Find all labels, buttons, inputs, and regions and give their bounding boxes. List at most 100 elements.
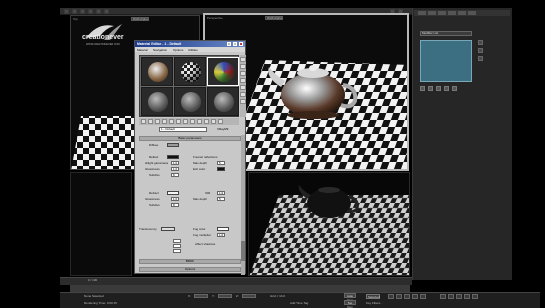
menu-material[interactable]: Material [137, 48, 148, 52]
ior-spinner[interactable]: 1.6 [217, 191, 225, 195]
make-preview-icon[interactable] [240, 92, 246, 97]
backlight-icon[interactable] [240, 64, 246, 69]
menu-options[interactable]: Options [173, 48, 183, 52]
make-unique-icon[interactable] [478, 56, 483, 61]
translucency-dropdown[interactable] [161, 227, 175, 231]
fog-multiplier-spinner[interactable]: 1.0 [217, 233, 225, 237]
sample-slot[interactable] [207, 87, 239, 116]
pin-icon[interactable] [420, 86, 425, 91]
refract-gloss-spinner[interactable]: 1.0 [171, 197, 179, 201]
rotate-button[interactable] [96, 9, 101, 14]
video-color-check-icon[interactable] [240, 85, 246, 90]
pan-icon[interactable] [464, 294, 470, 299]
minimize-button[interactable] [227, 42, 231, 46]
sample-slot[interactable] [141, 57, 173, 86]
remove-modifier-icon[interactable] [444, 86, 449, 91]
sample-slot-selected[interactable] [207, 57, 239, 86]
show-end-result-icon[interactable] [478, 48, 483, 53]
tab-modify[interactable] [428, 11, 436, 15]
orbit-icon[interactable] [472, 294, 478, 299]
auto-key-button[interactable]: Auto Key [344, 293, 356, 302]
modifier-list-dropdown[interactable]: Modifier List [420, 31, 472, 36]
refract-max-depth-spinner[interactable]: 5 [217, 197, 225, 201]
viewport-bottom-right[interactable] [248, 172, 410, 276]
make-copy-icon[interactable] [169, 119, 174, 124]
play-icon[interactable] [404, 294, 410, 299]
coord-x-field[interactable] [194, 294, 208, 298]
make-unique-icon[interactable] [176, 119, 181, 124]
sample-slot[interactable] [174, 57, 206, 86]
zoom-all-icon[interactable] [448, 294, 454, 299]
go-forward-sibling-icon[interactable] [218, 119, 223, 124]
material-editor-scroll-thumb[interactable] [241, 241, 245, 261]
maximize-button[interactable] [233, 42, 237, 46]
scatter-coeff-spinner[interactable] [173, 249, 181, 253]
close-button[interactable] [239, 42, 243, 46]
hilight-spinner[interactable]: 1.0 [171, 161, 179, 165]
rollout-brdf[interactable]: BRDF [139, 259, 241, 264]
sample-type-icon[interactable] [240, 57, 246, 62]
assign-to-selection-icon[interactable] [155, 119, 160, 124]
key-filters-button[interactable]: Key Filters... [366, 301, 383, 305]
add-time-tag[interactable]: Add Time Tag [290, 301, 308, 305]
go-to-parent-icon[interactable] [211, 119, 216, 124]
set-key-button[interactable]: Set Key [344, 300, 356, 308]
tab-utilities[interactable] [468, 11, 476, 15]
show-result-icon[interactable] [428, 86, 433, 91]
background-icon[interactable] [240, 71, 246, 76]
go-to-end-icon[interactable] [420, 294, 426, 299]
undo-button[interactable] [64, 9, 69, 14]
material-id-icon[interactable] [190, 119, 195, 124]
redo-button[interactable] [72, 9, 77, 14]
refract-subdivs-spinner[interactable]: 8 [171, 203, 179, 207]
sample-slot[interactable] [174, 87, 206, 116]
menu-utilities[interactable]: Utilities [188, 48, 198, 52]
exit-color-swatch[interactable] [217, 167, 225, 171]
tab-motion[interactable] [448, 11, 456, 15]
put-to-scene-icon[interactable] [148, 119, 153, 124]
selected-dropdown[interactable]: Selected [366, 294, 380, 299]
tab-create[interactable] [418, 11, 426, 15]
move-button[interactable] [88, 9, 93, 14]
get-material-icon[interactable] [141, 119, 146, 124]
coord-y-field[interactable] [218, 294, 232, 298]
scale-button[interactable] [104, 9, 109, 14]
glossiness-spinner[interactable]: 1.0 [171, 167, 179, 171]
track-bar[interactable] [70, 285, 410, 292]
pin-stack-icon[interactable] [478, 40, 483, 45]
viewport-channel-dropdown[interactable]: RGB Alpha [131, 17, 149, 21]
sample-slot[interactable] [141, 87, 173, 116]
modifier-stack[interactable] [420, 40, 472, 82]
options-icon[interactable] [240, 99, 246, 104]
show-end-result-icon[interactable] [204, 119, 209, 124]
zoom-icon[interactable] [440, 294, 446, 299]
viewport-bottom-left[interactable] [70, 172, 132, 276]
diffuse-color-swatch[interactable] [167, 143, 179, 147]
uv-tiling-icon[interactable] [240, 78, 246, 83]
reset-map-icon[interactable] [162, 119, 167, 124]
refract-color-swatch[interactable] [167, 191, 179, 195]
material-name-field[interactable]: 1 - Default [159, 127, 207, 132]
coord-z-field[interactable] [242, 294, 256, 298]
tab-hierarchy[interactable] [438, 11, 446, 15]
go-to-start-icon[interactable] [388, 294, 394, 299]
zoom-extents-icon[interactable] [456, 294, 462, 299]
unique-icon[interactable] [436, 86, 441, 91]
configure-icon[interactable] [452, 86, 457, 91]
next-frame-icon[interactable] [412, 294, 418, 299]
time-slider[interactable] [60, 277, 412, 285]
light-multiplier-spinner[interactable] [173, 244, 181, 248]
material-type-button[interactable]: VRayMtl [217, 127, 241, 132]
tab-display[interactable] [458, 11, 466, 15]
fog-color-swatch[interactable] [217, 227, 229, 231]
subdivs-spinner[interactable]: 8 [171, 173, 179, 177]
put-to-library-icon[interactable] [183, 119, 188, 124]
rollout-basic-parameters[interactable]: Basic parameters [139, 136, 241, 141]
max-depth-spinner[interactable]: 5 [217, 161, 225, 165]
thickness-spinner[interactable] [173, 239, 181, 243]
select-button[interactable] [80, 9, 85, 14]
previous-frame-icon[interactable] [396, 294, 402, 299]
rollout-options[interactable]: Options [139, 267, 241, 272]
menu-navigation[interactable]: Navigation [153, 48, 167, 52]
show-map-in-viewport-icon[interactable] [197, 119, 202, 124]
